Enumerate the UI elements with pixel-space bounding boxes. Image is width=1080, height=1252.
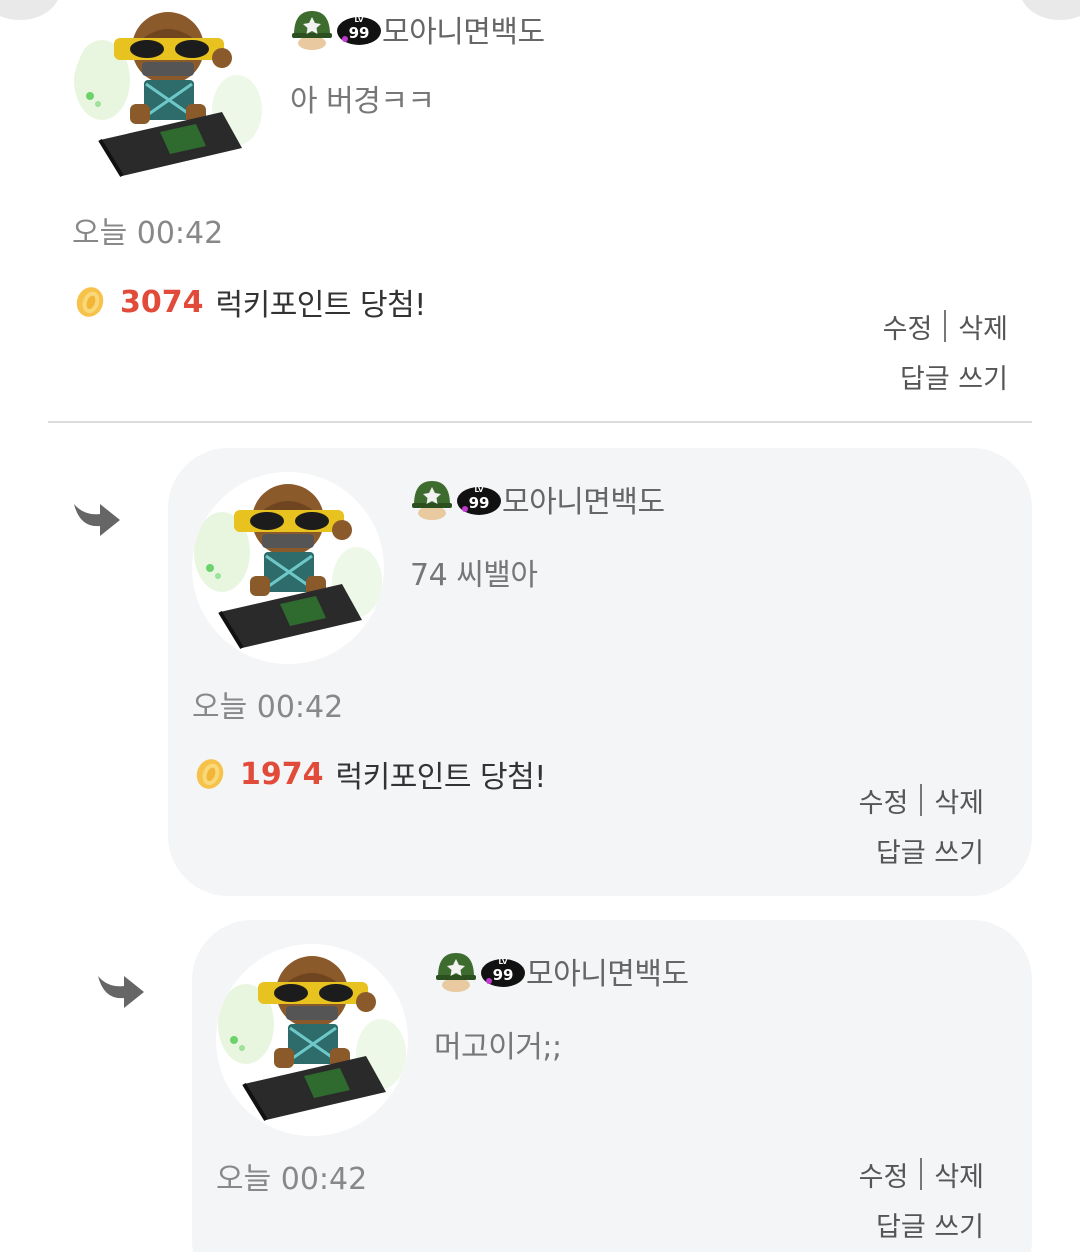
avatar[interactable] bbox=[72, 0, 264, 192]
author-name[interactable]: 모아니면백도 bbox=[526, 949, 689, 993]
avatar[interactable] bbox=[216, 944, 408, 1136]
helmet-icon bbox=[434, 949, 478, 993]
timestamp: 오늘 00:42 bbox=[72, 216, 224, 251]
reply-arrow-icon bbox=[70, 498, 122, 542]
action-separator bbox=[944, 310, 947, 342]
delete-button[interactable]: 삭제 bbox=[934, 1155, 984, 1194]
author-row: 모아니면백도 bbox=[434, 946, 689, 996]
action-separator bbox=[920, 1158, 923, 1190]
author-name[interactable]: 모아니면백도 bbox=[382, 7, 545, 51]
lucky-points-label: 럭키포인트 당첨! bbox=[215, 288, 427, 323]
author-name[interactable]: 모아니면백도 bbox=[502, 477, 665, 521]
helmet-icon bbox=[290, 7, 334, 51]
delete-button[interactable]: 삭제 bbox=[934, 781, 984, 820]
coin-icon bbox=[194, 757, 226, 791]
edit-button[interactable]: 수정 bbox=[859, 1155, 909, 1194]
author-row: 모아니면백도 bbox=[410, 474, 665, 524]
coin-icon bbox=[74, 285, 106, 319]
reply-button[interactable]: 답글 쓰기 bbox=[900, 357, 1008, 396]
lucky-points-label: 럭키포인트 당첨! bbox=[335, 760, 547, 795]
author-row: 모아니면백도 bbox=[290, 4, 545, 54]
comment-actions: 수정 삭제 답글 쓰기 bbox=[859, 780, 984, 870]
comment-text: 아 버경ㅋㅋ bbox=[290, 84, 435, 119]
delete-button[interactable]: 삭제 bbox=[958, 307, 1008, 346]
reply-button[interactable]: 답글 쓰기 bbox=[876, 1205, 984, 1244]
lucky-point-row: 1974 럭키포인트 당첨! bbox=[194, 754, 547, 795]
reply-comment: 모아니면백도 74 씨밸아 오늘 00:42 1974 럭키포인트 당첨! 수정… bbox=[168, 448, 1032, 896]
reply-arrow-icon bbox=[94, 970, 146, 1014]
level-badge-icon bbox=[336, 11, 382, 47]
action-separator bbox=[920, 784, 923, 816]
reply-button[interactable]: 답글 쓰기 bbox=[876, 831, 984, 870]
comment-divider bbox=[48, 421, 1032, 423]
comment: 모아니면백도 아 버경ㅋㅋ 오늘 00:42 3074 럭키포인트 당첨! 수정… bbox=[0, 0, 1080, 420]
lucky-points-value: 1974 bbox=[240, 756, 324, 792]
comment-text: 머고이거;; bbox=[434, 1030, 562, 1065]
comment-text: 74 씨밸아 bbox=[410, 558, 538, 593]
level-badge-icon bbox=[480, 953, 526, 989]
lucky-point-row: 3074 럭키포인트 당첨! bbox=[74, 282, 427, 323]
lucky-points-value: 3074 bbox=[120, 284, 204, 320]
timestamp: 오늘 00:42 bbox=[192, 690, 344, 725]
helmet-icon bbox=[410, 477, 454, 521]
edit-button[interactable]: 수정 bbox=[883, 307, 933, 346]
comment-actions: 수정 삭제 답글 쓰기 bbox=[859, 1154, 984, 1244]
edit-button[interactable]: 수정 bbox=[859, 781, 909, 820]
level-badge-icon bbox=[456, 481, 502, 517]
comment-actions: 수정 삭제 답글 쓰기 bbox=[883, 306, 1008, 396]
timestamp: 오늘 00:42 bbox=[216, 1162, 368, 1197]
avatar[interactable] bbox=[192, 472, 384, 664]
reply-comment: 모아니면백도 머고이거;; 오늘 00:42 수정 삭제 답글 쓰기 bbox=[192, 920, 1032, 1252]
